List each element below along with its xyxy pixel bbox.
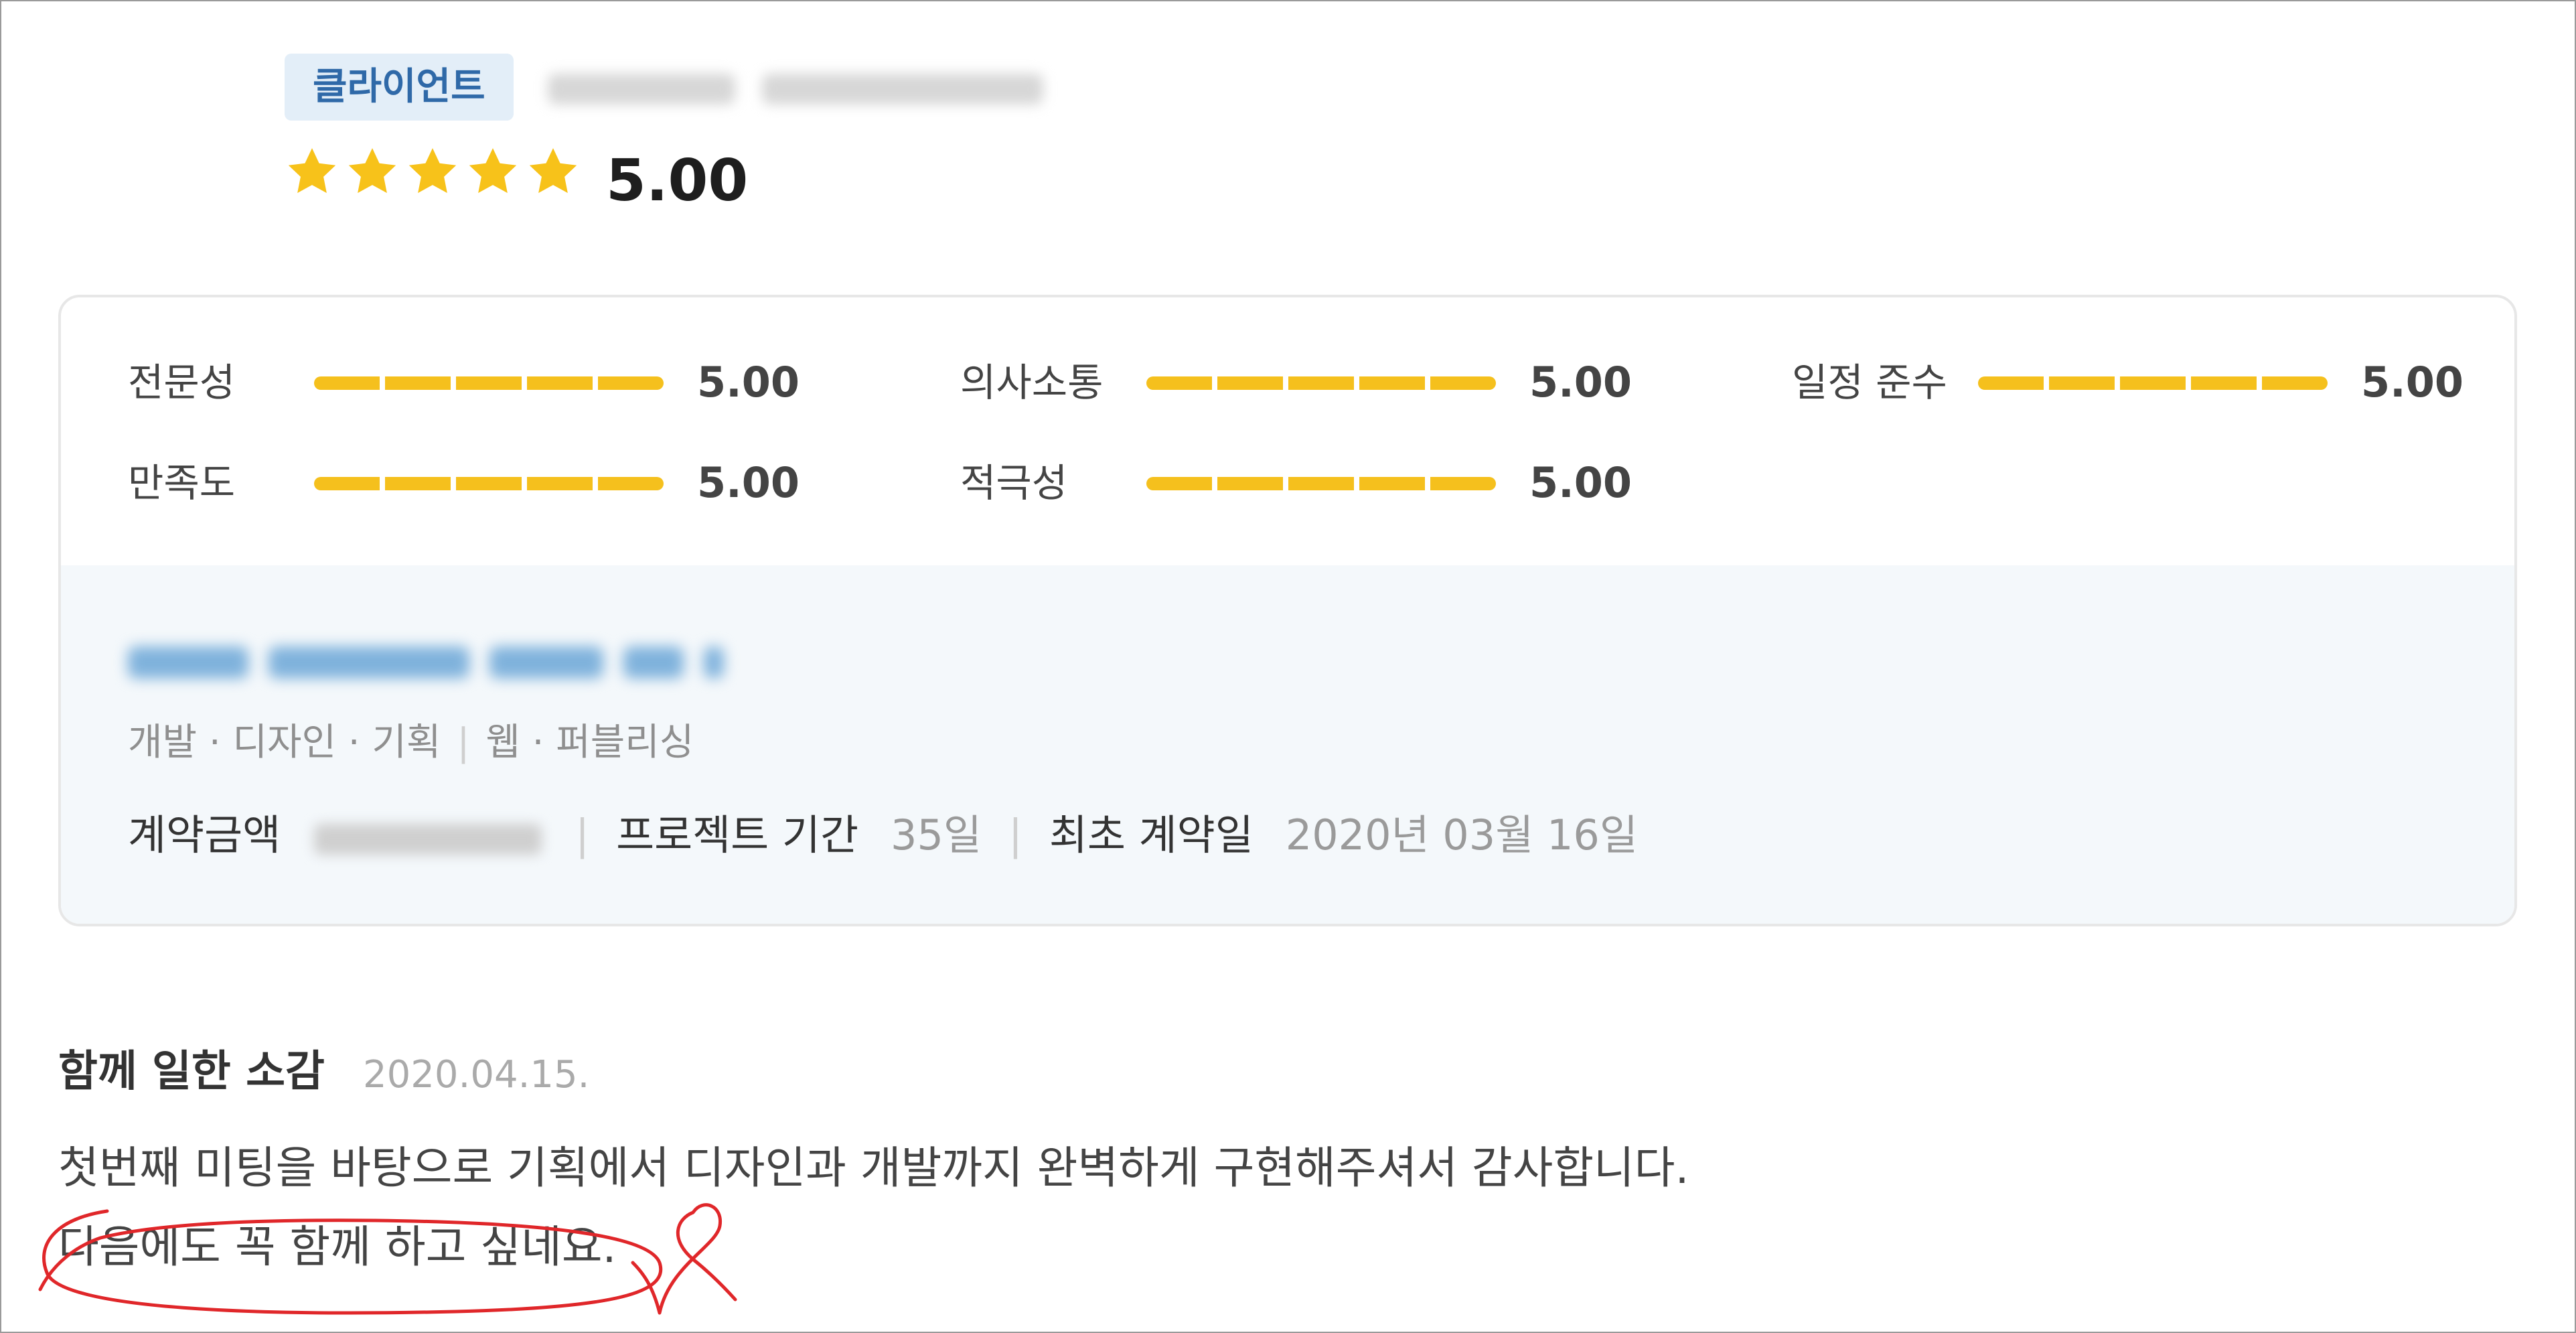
star-icon <box>288 148 336 194</box>
project-categories: 개발 · 디자인 · 기획 | 웹 · 퍼블리싱 <box>128 713 694 773</box>
project-title-redacted[interactable] <box>128 636 731 689</box>
category-secondary: 웹 · 퍼블리싱 <box>485 721 694 764</box>
metric-communication: 의사소통 5.00 <box>960 352 1632 413</box>
divider: | <box>457 721 470 764</box>
heart-icon <box>631 1203 737 1315</box>
metric-bar <box>1146 376 1496 390</box>
overall-rating-value: 5.00 <box>606 147 749 214</box>
metric-satisfaction: 만족도 5.00 <box>128 453 800 513</box>
contract-amount-redacted <box>307 815 548 861</box>
metric-value: 5.00 <box>697 458 800 507</box>
circle-annotation <box>38 1209 663 1315</box>
divider: | <box>1008 811 1022 859</box>
metric-label: 의사소통 <box>960 360 1104 405</box>
handdrawn-annotation <box>38 1203 737 1315</box>
project-info-panel: 개발 · 디자인 · 기획 | 웹 · 퍼블리싱 계약금액 | 프로젝트 기간 35일 | 최… <box>61 565 2514 924</box>
star-rating <box>285 144 581 204</box>
metric-label: 만족도 <box>128 460 236 506</box>
star-icon <box>529 148 577 194</box>
metric-bar <box>1146 477 1496 490</box>
review-card: 전문성 5.00 의사소통 5.00 일정 준수 5.00 만족도 5.00 적… <box>58 295 2517 926</box>
metric-label: 일정 준수 <box>1792 360 1947 405</box>
metric-value: 5.00 <box>1529 358 1632 407</box>
divider: | <box>575 811 590 859</box>
review-date: 2020.04.15. <box>363 1053 590 1097</box>
contract-amount-label: 계약금액 <box>128 811 281 859</box>
star-icon <box>348 148 396 194</box>
metric-proactiveness: 적극성 5.00 <box>960 453 1632 513</box>
review-line-1: 첫번째 미팅을 바탕으로 기획에서 디자인과 개발까지 완벽하게 구현해주셔서 … <box>58 1142 1689 1194</box>
metric-bar <box>314 477 664 490</box>
client-name-redacted <box>541 62 1057 117</box>
review-heading: 함께 일한 소감 <box>58 1047 325 1097</box>
metric-bar <box>314 376 664 390</box>
metric-schedule: 일정 준수 5.00 <box>1792 352 2464 413</box>
category-primary: 개발 · 디자인 · 기획 <box>128 721 441 764</box>
client-badge: 클라이언트 <box>285 54 514 121</box>
metric-value: 5.00 <box>2361 358 2464 407</box>
first-contract-label: 최초 계약일 <box>1049 811 1254 859</box>
first-contract-value: 2020년 03월 16일 <box>1285 811 1638 859</box>
metric-value: 5.00 <box>697 358 800 407</box>
star-icon <box>469 148 517 194</box>
contract-info: 계약금액 | 프로젝트 기간 35일 | 최초 계약일 2020년 03월 16일 <box>128 805 1638 865</box>
metric-expertise: 전문성 5.00 <box>128 352 800 413</box>
star-icon <box>408 148 457 194</box>
metric-label: 전문성 <box>128 360 236 405</box>
metric-label: 적극성 <box>960 460 1068 506</box>
project-period-label: 프로젝트 기간 <box>616 811 859 859</box>
metric-value: 5.00 <box>1529 458 1632 507</box>
project-period-value: 35일 <box>891 811 982 859</box>
metric-bar <box>1978 376 2328 390</box>
